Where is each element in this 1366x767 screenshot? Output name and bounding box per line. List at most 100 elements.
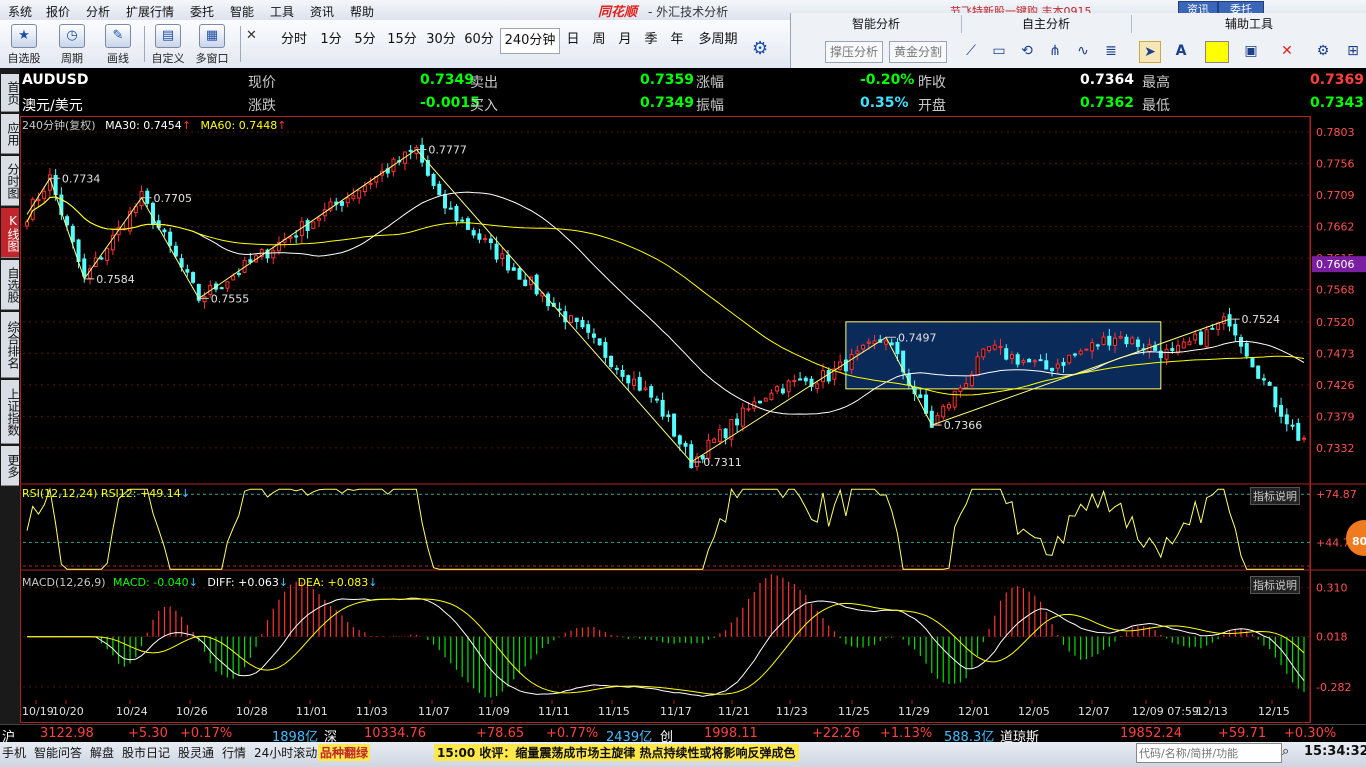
window-title: - 外汇技术分析 (648, 5, 729, 19)
draw-line-button[interactable]: ✎ 画线 (100, 24, 136, 65)
candle-body (1124, 336, 1129, 345)
macd-explain-button[interactable]: 指标说明 (1250, 576, 1300, 594)
macd-axis-label: 0.018 (1316, 631, 1348, 644)
quote-value-0: 0.7349 (420, 72, 475, 88)
bottom-button-3[interactable]: 股市日记 (122, 744, 170, 761)
candle-body (1181, 341, 1186, 349)
bottom-button-4[interactable]: 股灵通 (178, 744, 214, 761)
x-axis-label: 11/29 (898, 705, 930, 718)
search-icon[interactable]: ⌕ (1282, 744, 1289, 759)
delete-icon[interactable]: ✕ (1277, 41, 1297, 61)
candle-body (992, 344, 997, 350)
candle-body (1084, 348, 1089, 351)
period-12[interactable]: 多周期 (692, 28, 744, 52)
custom-button[interactable]: ▤ 自定义 (150, 24, 186, 65)
period-1[interactable]: 1分 (316, 28, 346, 52)
kline-chart[interactable]: 0.78030.77560.77090.76620.76150.75680.75… (20, 116, 1366, 724)
candle-body (30, 198, 35, 220)
sidebar-tab-3[interactable]: K线图 (1, 208, 20, 258)
menu-system[interactable]: 系统 (8, 3, 32, 20)
text-tool-icon[interactable]: A (1171, 41, 1191, 61)
quote-value-1: 0.7359 (640, 72, 695, 88)
rsi-label: RSI(12,12,24) RSI12: +49.14 (22, 487, 181, 500)
candle-body (191, 272, 196, 283)
sidebar-tab-7[interactable]: 更多 (1, 446, 20, 486)
menu-smart[interactable]: 智能 (230, 3, 254, 20)
period-11[interactable]: 年 (666, 28, 688, 52)
close-icon[interactable]: ✕ (246, 28, 257, 43)
period-9[interactable]: 月 (614, 28, 636, 52)
search-input[interactable] (1136, 743, 1282, 763)
annotation-label: 0.7584 (96, 273, 135, 286)
bottom-button-6[interactable]: 24小时滚动 (254, 744, 317, 761)
candle-body (357, 190, 362, 199)
tab-aux-tools[interactable]: 辅助工具 (1131, 15, 1366, 33)
candle-body (946, 404, 951, 409)
x-axis-label: 11/25 (838, 705, 870, 718)
menu-quote[interactable]: 报价 (46, 3, 70, 20)
period-4[interactable]: 30分 (424, 28, 458, 52)
menu-trade[interactable]: 委托 (190, 3, 214, 20)
support-resistance-button[interactable]: 撑压分析 (825, 41, 884, 63)
fork-tool-icon[interactable]: ⋔ (1045, 41, 1065, 61)
headline-ticker[interactable]: 15:00 收评：缩量震荡成市场主旋律 热点持续性或将影响反弹成色 (434, 744, 799, 761)
candle-body (70, 225, 75, 243)
bottom-button-0[interactable]: 手机 (2, 744, 26, 761)
more-icon[interactable]: ⊞ (1343, 41, 1363, 61)
bottom-button-1[interactable]: 智能问答 (34, 744, 82, 761)
settings-icon[interactable]: ⚙ (1313, 41, 1333, 61)
multi-window-button[interactable]: ▦ 多窗口 (194, 24, 230, 65)
candle-body (815, 383, 820, 390)
price-axis-label: 0.7709 (1316, 189, 1355, 202)
period-button[interactable]: ◷ 周期 (54, 24, 90, 65)
sidebar-tab-1[interactable]: 应用 (1, 114, 20, 154)
save-icon[interactable]: ▣ (1241, 41, 1261, 61)
line-tool-icon[interactable]: ⟋ (961, 41, 981, 61)
bottom-button-5[interactable]: 行情 (222, 744, 246, 761)
period-10[interactable]: 季 (640, 28, 662, 52)
sidebar-tab-5[interactable]: 综合排名 (1, 312, 20, 378)
period-5[interactable]: 60分 (462, 28, 496, 52)
period-0[interactable]: 分时 (276, 28, 312, 52)
candle-body (517, 268, 522, 280)
period-2[interactable]: 5分 (350, 28, 380, 52)
favorites-button[interactable]: ★ 自选股 (6, 24, 42, 65)
color-picker-icon[interactable] (1205, 41, 1229, 63)
price-axis-label: 0.7568 (1316, 284, 1355, 297)
fib-tool-icon[interactable]: ≣ (1101, 41, 1121, 61)
rect-tool-icon[interactable]: ▭ (989, 41, 1009, 61)
menu-help[interactable]: 帮助 (350, 3, 374, 20)
tab-smart-analysis[interactable]: 智能分析 (791, 15, 962, 33)
wave-tool-icon[interactable]: ∿ (1073, 41, 1093, 61)
cursor-icon[interactable]: ➤ (1139, 41, 1161, 63)
golden-section-button[interactable]: 黄金分割 (889, 41, 948, 63)
sidebar-tab-0[interactable]: 首页 (1, 74, 20, 112)
rsi-explain-button[interactable]: 指标说明 (1250, 487, 1300, 505)
candle-body (964, 383, 969, 389)
quote-label-9: 最低 (1142, 98, 1170, 114)
menu-extended-market[interactable]: 扩展行情 (126, 3, 174, 20)
tab-self-analysis[interactable]: 自主分析 (961, 15, 1132, 33)
menu-news[interactable]: 资讯 (310, 3, 334, 20)
menu-analysis[interactable]: 分析 (86, 3, 110, 20)
sidebar-tab-2[interactable]: 分时图 (1, 156, 20, 206)
candle-body (506, 254, 511, 271)
quote-label-3: 昨收 (918, 75, 946, 91)
bottom-button-2[interactable]: 解盘 (90, 744, 114, 761)
sidebar-tab-4[interactable]: 自选股 (1, 260, 20, 310)
x-axis-label: 10/24 (116, 705, 148, 718)
period-7[interactable]: 日 (562, 28, 584, 52)
gear-icon[interactable]: ⚙ (752, 38, 768, 59)
candle-body (145, 190, 150, 204)
x-axis-label: 12/09 07:59 (1132, 705, 1199, 718)
period-3[interactable]: 15分 (384, 28, 420, 52)
candle-body (1050, 367, 1055, 372)
x-axis-label: 11/09 (478, 705, 510, 718)
sidebar-tab-6[interactable]: 上证指数 (1, 380, 20, 444)
candle-body (975, 356, 980, 376)
period-6[interactable]: 240分钟 (500, 28, 560, 54)
cycle-tool-icon[interactable]: ⟲ (1017, 41, 1037, 61)
menu-tools[interactable]: 工具 (270, 3, 294, 20)
period-8[interactable]: 周 (588, 28, 610, 52)
market-change: +78.65 (476, 726, 525, 741)
